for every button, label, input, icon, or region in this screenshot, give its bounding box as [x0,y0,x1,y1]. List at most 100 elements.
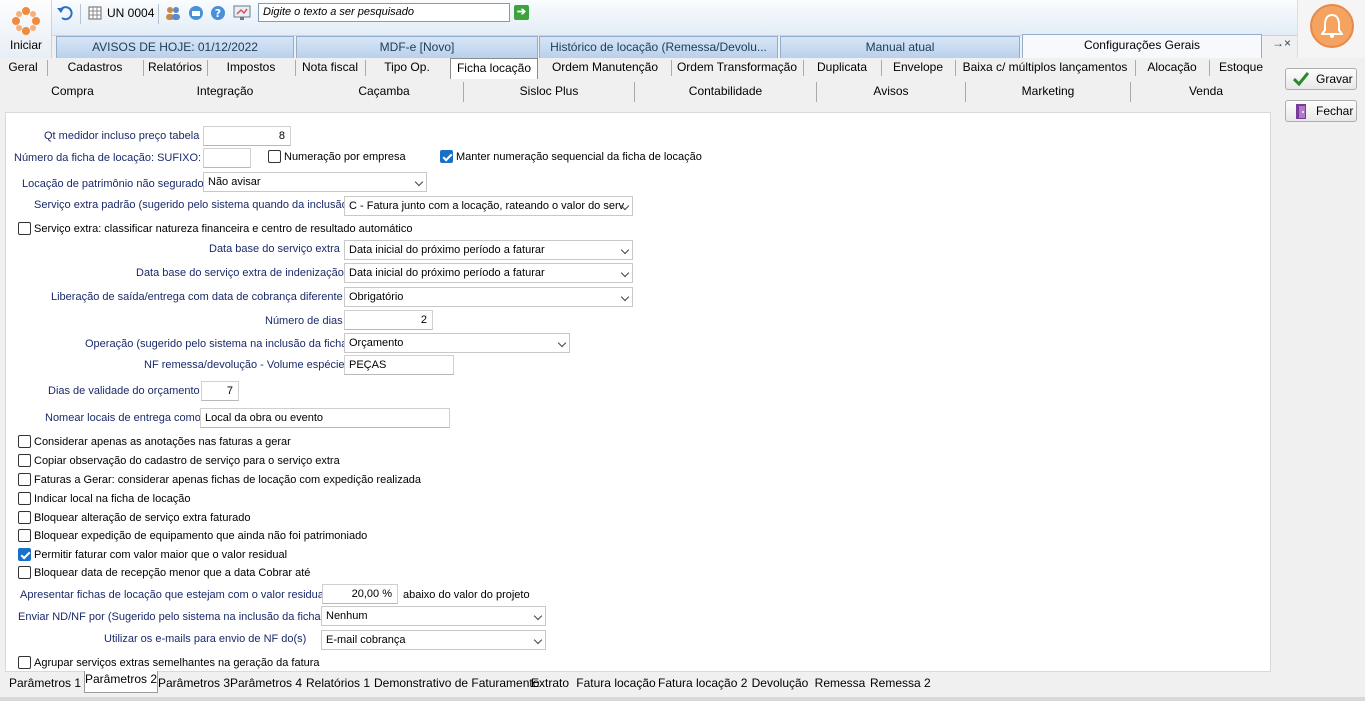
enviar-nd-select[interactable]: Nenhum [321,606,546,626]
unit-code[interactable]: UN 0004 [107,6,154,20]
doc-tab-mdfe[interactable]: MDF-e [Novo] [296,36,538,58]
users-icon[interactable] [164,5,182,21]
bell-icon [1321,13,1343,38]
search-go-button[interactable]: ➔ [514,5,529,20]
tab-relatorios[interactable]: Relatórios [144,58,206,78]
agrupar-checkbox[interactable] [18,656,31,669]
manter-numeracao-checkbox[interactable] [440,150,453,163]
tab-relatorios-1[interactable]: Relatórios 1 [306,675,370,694]
save-label: Gravar [1316,72,1353,86]
tab-parametros-1[interactable]: Parâmetros 1 [8,675,82,694]
check-copiar-observacao-label: Copiar observação do cadastro de serviço… [34,455,340,467]
tab-parametros-2[interactable]: Parâmetros 2 [84,671,158,693]
tab-ordem-manutencao[interactable]: Ordem Manutenção [540,58,670,78]
tab-cadastros[interactable]: Cadastros [48,58,142,78]
search-input[interactable]: Digite o texto a ser pesquisado [258,3,510,22]
tab-baixa-multiplos[interactable]: Baixa c/ múltiplos lançamentos [956,58,1134,78]
check-faturas-a-gerar-label: Faturas a Gerar: considerar apenas ficha… [34,474,422,486]
data-base-indenizacao-select[interactable]: Data inicial do próximo período a fatura… [344,263,633,283]
tab-tipo-op[interactable]: Tipo Op. [366,58,448,78]
check-copiar-observacao[interactable] [18,454,31,467]
chevron-down-icon [533,611,543,621]
doc-tab-avisos[interactable]: AVISOS DE HOJE: 01/12/2022 [56,36,294,58]
data-base-indenizacao-value: Data inicial do próximo período a fatura… [349,267,545,279]
tab-duplicata[interactable]: Duplicata [804,58,880,78]
tab-impostos[interactable]: Impostos [208,58,294,78]
data-base-value: Data inicial do próximo período a fatura… [349,244,545,256]
check-bloquear-expedicao[interactable] [18,529,31,542]
undo-icon[interactable] [56,4,74,22]
tab-extrato[interactable]: Extrato [530,675,570,694]
dias-validade-label: Dias de validade do orçamento [48,385,200,397]
help-icon[interactable]: ? [210,5,226,21]
chevron-down-icon [533,635,543,645]
tab-demonstrativo-faturamento[interactable]: Demonstrativo de Faturamento [374,675,539,694]
tab-cacamba[interactable]: Caçamba [305,83,463,101]
data-base-label: Data base do serviço extra [209,243,340,255]
close-all-tabs-button[interactable]: →× [1272,36,1291,50]
tab-contabilidade[interactable]: Contabilidade [635,83,816,101]
notifications-button[interactable] [1310,4,1354,48]
tab-ficha-locacao[interactable]: Ficha locação [450,58,538,79]
tab-compra[interactable]: Compra [0,83,145,101]
enviar-nd-label: Enviar ND/NF por (Sugerido pelo sistema … [18,611,321,623]
qt-medidor-input[interactable]: 8 [203,126,291,146]
numeracao-empresa-checkbox[interactable] [268,150,281,163]
numeracao-empresa-label: Numeração por empresa [284,151,406,163]
tab-alocacao[interactable]: Alocação [1136,58,1208,78]
tab-parametros-4[interactable]: Parâmetros 4 [230,675,302,694]
tab-avisos[interactable]: Avisos [817,83,965,101]
check-permitir-faturar-label: Permitir faturar com valor maior que o v… [34,549,288,561]
tab-devolucao[interactable]: Devolução [750,675,810,694]
check-considerar-anotacoes[interactable] [18,435,31,448]
tab-envelope[interactable]: Envelope [882,58,954,78]
start-label[interactable]: Iniciar [0,38,52,52]
tab-integracao[interactable]: Integração [145,83,305,101]
tab-fatura-locacao[interactable]: Fatura locação [576,675,656,694]
monitor-icon[interactable] [233,4,251,22]
tab-venda[interactable]: Venda [1131,83,1281,101]
data-base-select[interactable]: Data inicial do próximo período a fatura… [344,240,633,260]
tab-fatura-locacao-2[interactable]: Fatura locação 2 [658,675,747,694]
tab-sisloc-plus[interactable]: Sisloc Plus [464,83,634,101]
tab-ordem-transformacao[interactable]: Ordem Transformação [672,58,802,78]
locacao-patrimonio-label: Locação de patrimônio não segurado [22,178,204,190]
nomear-locais-input[interactable]: Local da obra ou evento [200,408,450,428]
servico-extra-padrao-select[interactable]: C - Fatura junto com a locação, rateando… [344,196,633,216]
app-logo-icon [12,7,40,35]
doc-tab-configuracoes[interactable]: Configurações Gerais [1022,34,1262,58]
close-button[interactable]: Fechar [1285,100,1357,122]
check-indicar-local[interactable] [18,492,31,505]
dias-validade-input[interactable]: 7 [201,381,239,401]
operacao-select[interactable]: Orçamento [344,333,570,353]
calendar-grid-icon[interactable] [88,6,102,20]
servico-extra-classificar-checkbox[interactable] [18,222,31,235]
locacao-patrimonio-select[interactable]: Não avisar [203,172,427,192]
tab-estoque[interactable]: Estoque [1210,58,1272,78]
doc-tab-manual[interactable]: Manual atual [780,36,1020,58]
numero-dias-input[interactable]: 2 [344,310,433,330]
tab-parametros-3[interactable]: Parâmetros 3 [158,675,230,694]
tab-geral[interactable]: Geral [0,58,46,78]
save-button[interactable]: Gravar [1285,68,1357,90]
exit-door-icon [1296,104,1306,119]
check-bloquear-data-recepcao[interactable] [18,566,31,579]
liberacao-select[interactable]: Obrigatório [344,287,633,307]
sufixo-input[interactable] [203,148,251,168]
toolbar-separator [80,4,81,24]
check-bloquear-alteracao[interactable] [18,511,31,524]
tab-remessa-2[interactable]: Remessa 2 [870,675,931,694]
window-icon[interactable] [188,5,204,21]
check-permitir-faturar[interactable] [18,548,31,561]
nf-volume-input[interactable]: PEÇAS [344,355,454,375]
doc-tab-historico[interactable]: Histórico de locação (Remessa/Devolu... [539,36,778,58]
enviar-nd-value: Nenhum [326,610,368,622]
check-faturas-a-gerar[interactable] [18,473,31,486]
apresentar-valor-input[interactable]: 20,00 % [322,584,398,604]
tab-nota-fiscal[interactable]: Nota fiscal [296,58,364,78]
tab-remessa[interactable]: Remessa [814,675,866,694]
agrupar-label: Agrupar serviços extras semelhantes na g… [34,657,320,669]
tab-marketing[interactable]: Marketing [966,83,1130,101]
chevron-down-icon [414,177,424,187]
emails-select[interactable]: E-mail cobrança [321,630,546,650]
